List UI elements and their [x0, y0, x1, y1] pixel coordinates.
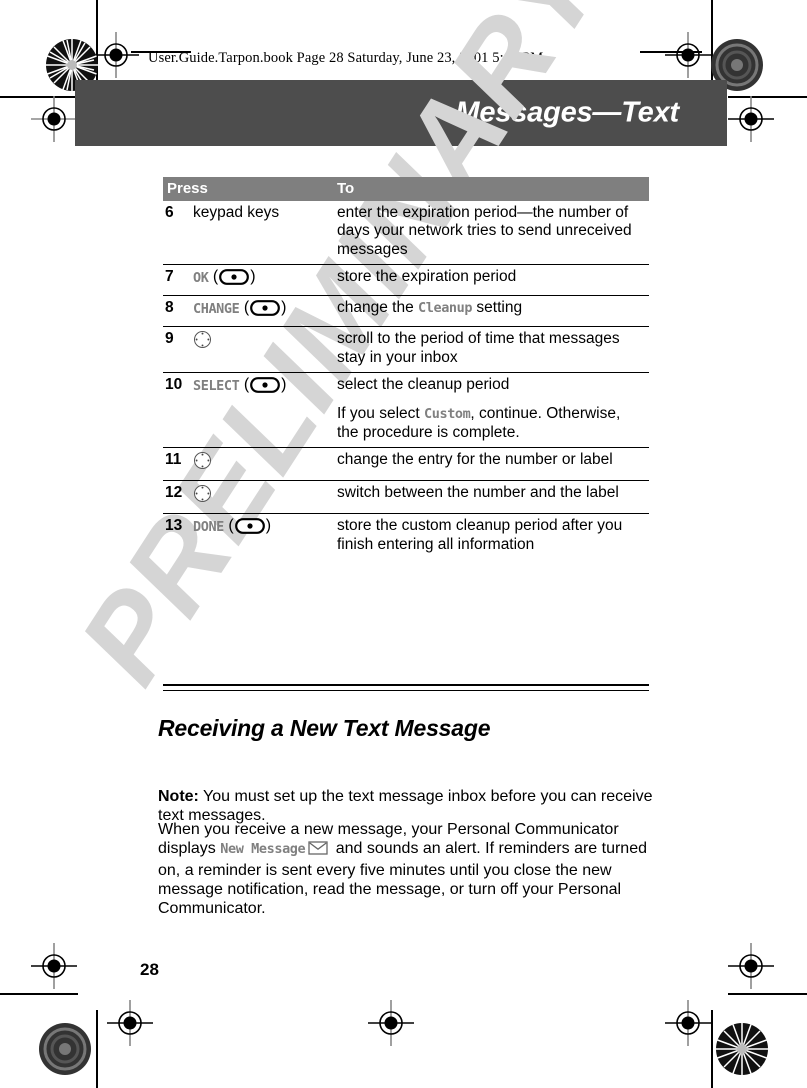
softkey-button-icon — [219, 268, 250, 290]
paren-open: ( — [239, 299, 250, 317]
step-to: enter the expiration period—the number o… — [333, 201, 649, 264]
step-to: store the custom cleanup period after yo… — [333, 513, 649, 559]
step-number: 7 — [163, 263, 193, 296]
paren-close: ) — [281, 299, 287, 317]
table-head: Press To — [163, 177, 649, 201]
softkey-button-icon — [234, 518, 265, 539]
envelope-icon — [308, 841, 328, 860]
table-body: 6 keypad keys enter the expiration perio… — [163, 201, 649, 559]
paren-close: ) — [281, 375, 287, 393]
paren-close: ) — [265, 517, 272, 535]
step-to: select the cleanup period If you select … — [333, 371, 649, 448]
step-number: 8 — [163, 295, 193, 327]
step-press: SELECT () — [193, 371, 333, 448]
table-bottom-rule-2 — [163, 690, 649, 692]
step-number: 13 — [163, 513, 193, 559]
table-header-row: Press To — [163, 177, 649, 201]
step-to: change the entry for the number or label — [333, 446, 649, 481]
step-press — [193, 446, 333, 481]
step-to: switch between the number and the label — [333, 480, 649, 514]
step-press — [193, 326, 333, 373]
table-row: 12 switch between the number and the lab… — [163, 480, 649, 514]
note-label: Note: — [158, 788, 199, 805]
softkey-button-icon — [250, 300, 281, 321]
table-row: 10 SELECT () select the cleanup period I… — [163, 371, 649, 448]
navigation-wheel-icon — [193, 484, 212, 508]
paren-open: ( — [208, 267, 219, 285]
to-label: store the custom cleanup period after yo… — [337, 517, 623, 553]
to-prefix: change the — [337, 299, 419, 317]
table-row: 7 OK () store the expiration period — [163, 263, 649, 296]
step-number: 10 — [163, 371, 193, 448]
softkey-label: DONE — [193, 519, 224, 536]
paren-open: ( — [223, 517, 234, 535]
table-row: 13 DONE () store the custom cleanup peri… — [163, 513, 649, 559]
softkey-label: CHANGE — [193, 301, 240, 318]
to-label: select the cleanup period — [337, 375, 510, 393]
step-to: store the expiration period — [333, 263, 649, 296]
to-suffix: setting — [472, 299, 523, 317]
table-row: 11 change the entry for the number or la… — [163, 446, 649, 481]
press-label: keypad keys — [193, 204, 280, 221]
section-heading: Receiving a New Text Message — [158, 715, 491, 741]
to-extra-paragraph: If you select Custom, continue. Otherwis… — [337, 405, 641, 442]
table-bottom-rule-1 — [163, 684, 649, 686]
table-row: 9 scroll to the period of time that mess… — [163, 326, 649, 373]
page-content: Press To 6 keypad keys enter the expirat… — [0, 0, 807, 1088]
table-row: 8 CHANGE () change the Cleanup setting — [163, 295, 649, 327]
softkey-label: OK — [193, 269, 209, 286]
to-label: scroll to the period of time that messag… — [337, 330, 620, 366]
step-press: CHANGE () — [193, 295, 333, 327]
to-mono-term: Cleanup — [418, 300, 473, 317]
to-extra-mono-term: Custom — [424, 406, 471, 423]
softkey-label: SELECT — [193, 377, 240, 394]
step-press: DONE () — [193, 513, 333, 559]
new-message-term: New Message — [220, 841, 306, 858]
procedure-table: Press To 6 keypad keys enter the expirat… — [163, 177, 649, 559]
step-to: scroll to the period of time that messag… — [333, 326, 649, 373]
step-number: 12 — [163, 480, 193, 514]
step-press: OK () — [193, 263, 333, 296]
step-to: change the Cleanup setting — [333, 295, 649, 327]
page-number: 28 — [140, 960, 159, 979]
to-label: switch between the number and the label — [337, 484, 619, 502]
step-number: 11 — [163, 446, 193, 481]
new-message-paragraph: When you receive a new message, your Per… — [158, 820, 658, 919]
column-header-to: To — [333, 177, 649, 201]
paren-open: ( — [239, 375, 250, 393]
to-label: enter the expiration period—the number o… — [337, 204, 632, 258]
step-number: 9 — [163, 326, 193, 373]
to-label: store the expiration period — [337, 267, 517, 285]
table-row: 6 keypad keys enter the expiration perio… — [163, 201, 649, 264]
step-number: 6 — [165, 204, 174, 221]
to-label: change the entry for the number or label — [337, 450, 613, 468]
softkey-button-icon — [250, 377, 281, 398]
step-press — [193, 480, 333, 514]
to-extra-prefix: If you select — [337, 405, 425, 423]
note-body: You must set up the text message inbox b… — [158, 788, 653, 825]
column-header-press: Press — [163, 177, 333, 201]
navigation-wheel-icon — [193, 330, 212, 354]
step-press: keypad keys — [193, 201, 333, 264]
paren-close: ) — [250, 267, 256, 285]
document-page: User.Guide.Tarpon.book Page 28 Saturday,… — [0, 0, 807, 1088]
navigation-wheel-icon — [193, 451, 212, 475]
